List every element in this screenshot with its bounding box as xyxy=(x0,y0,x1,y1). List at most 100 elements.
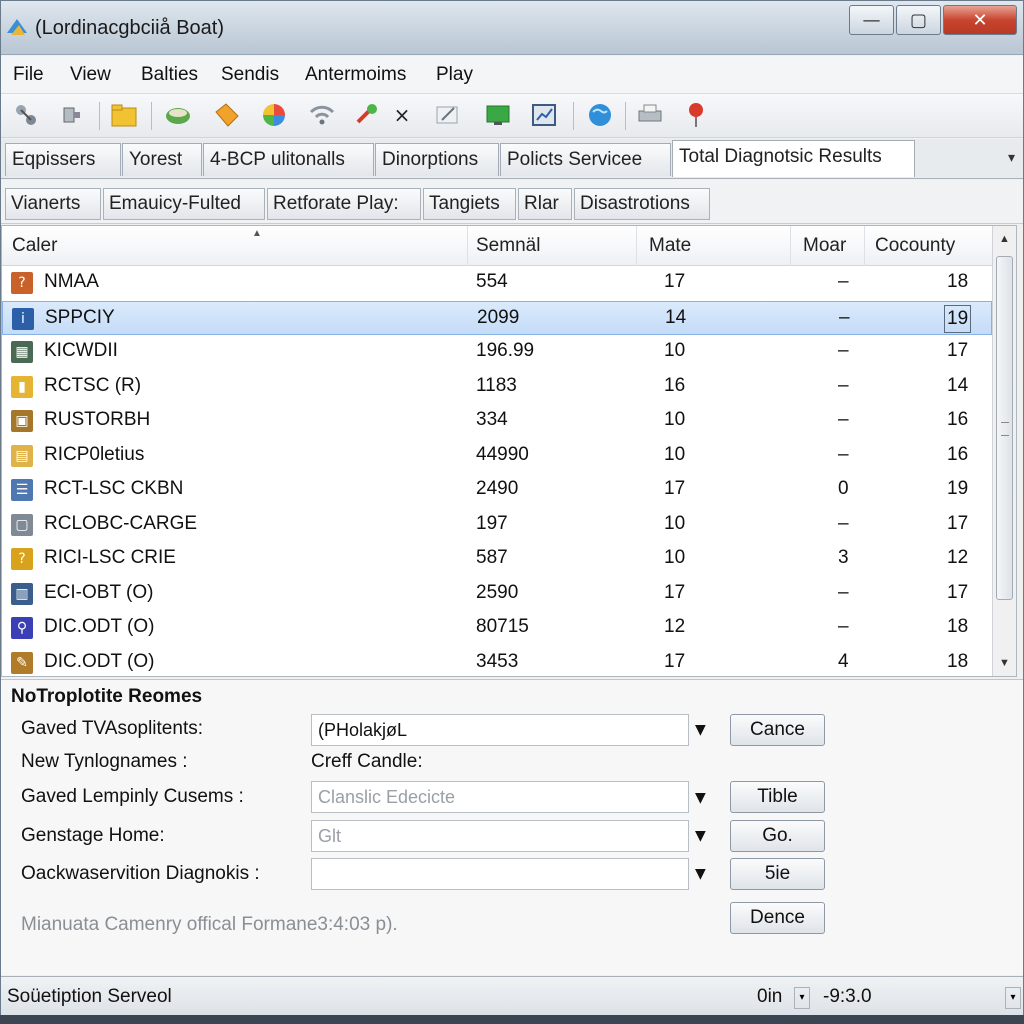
list-item[interactable]: i SPPCIY 2099 14 – 19 xyxy=(2,300,992,335)
cancel-button[interactable]: Cance xyxy=(730,714,825,746)
list-item[interactable]: ▦ KICWDII 196.99 10 – 17 xyxy=(2,335,992,369)
edit-icon[interactable] xyxy=(433,100,463,130)
scrollbar-thumb[interactable] xyxy=(996,256,1013,600)
details-title: NoTroplotite Reomes xyxy=(11,686,203,707)
cell-cocounty: 12 xyxy=(947,547,969,568)
network-icon[interactable] xyxy=(11,100,41,130)
cell-mate: 10 xyxy=(664,409,686,430)
list-item[interactable]: ? RICI-LSC CRIE 587 10 3 12 xyxy=(2,542,992,576)
info-icon: i xyxy=(12,307,34,330)
chevron-down-icon[interactable]: ▼ xyxy=(695,722,706,738)
results-list[interactable]: Caler ▲ Semnäl Mate Moar Cocounty ? NMAA 5… xyxy=(1,225,1017,677)
resize-grip-icon[interactable]: ▾ xyxy=(1005,987,1021,1009)
menu-balties[interactable]: Balties xyxy=(141,64,198,86)
column-divider[interactable] xyxy=(636,226,637,266)
subtab-rlar[interactable]: Rlar xyxy=(518,188,572,220)
tab-yorest[interactable]: Yorest xyxy=(122,143,202,176)
subtab-disastrotions[interactable]: Disastrotions xyxy=(574,188,710,220)
column-divider[interactable] xyxy=(467,226,468,266)
printer-icon[interactable] xyxy=(635,100,665,130)
cell-moar: – xyxy=(838,443,849,465)
list-item[interactable]: ✎ DIC.ODT (O) 3453 17 4 18 xyxy=(2,646,992,677)
tool-icon[interactable] xyxy=(353,100,383,130)
vertical-scrollbar[interactable]: ▲ ▼ xyxy=(992,226,1016,676)
list-item[interactable]: ▢ RCLOBC-CARGE 197 10 – 17 xyxy=(2,508,992,542)
list-item[interactable]: ▤ RICP0letius 44990 10 – 16 xyxy=(2,439,992,473)
title-bar[interactable]: (Lordinacgbciiå Boat) — ▢ ✕ xyxy=(1,1,1023,55)
go-button[interactable]: Go. xyxy=(730,820,825,852)
cell-semnal: 1183 xyxy=(476,374,517,396)
column-header-semnal[interactable]: Semnäl xyxy=(476,235,540,257)
list-item[interactable]: ⚲ DIC.ODT (O) 80715 12 – 18 xyxy=(2,611,992,645)
tible-button[interactable]: Tible xyxy=(730,781,825,813)
field-label-genstage-home: Genstage Home: xyxy=(21,825,165,846)
column-divider[interactable] xyxy=(864,226,865,266)
cell-name: DIC.ODT (O) xyxy=(44,616,155,637)
genstage-home-field[interactable]: Glt xyxy=(311,820,689,852)
column-header-caler[interactable]: Caler xyxy=(12,235,57,257)
close-button[interactable]: ✕ xyxy=(943,5,1017,35)
tab-total-diagnostic-results[interactable]: Total Diagnotsic Results xyxy=(672,140,915,177)
minimize-button[interactable]: — xyxy=(849,5,894,35)
cell-mate: 10 xyxy=(664,512,686,534)
screen-icon[interactable] xyxy=(483,100,513,130)
tab-dinorptions[interactable]: Dinorptions xyxy=(375,143,499,176)
oackwaservition-field[interactable] xyxy=(311,858,689,890)
toolbar: × xyxy=(1,94,1023,138)
chart-icon[interactable] xyxy=(529,100,559,130)
tab-4bcp[interactable]: 4-BCP ulitonalls xyxy=(203,143,374,176)
list-item[interactable]: ▥ ECI-OBT (O) 2590 17 – 17 xyxy=(2,577,992,611)
cell-cocounty: 17 xyxy=(947,512,969,534)
chevron-down-icon[interactable]: ▼ xyxy=(695,866,706,882)
subtab-tangiets[interactable]: Tangiets xyxy=(423,188,516,220)
list-item[interactable]: ☰ RCT-LSC CKBN 2490 17 0 19 xyxy=(2,473,992,507)
column-divider[interactable] xyxy=(790,226,791,266)
subtab-retforate-play[interactable]: Retforate Play: xyxy=(267,188,421,220)
maximize-button[interactable]: ▢ xyxy=(896,5,941,35)
column-header-mate[interactable]: Mate xyxy=(649,235,691,257)
menu-antermoims[interactable]: Antermoims xyxy=(305,64,406,86)
list-item[interactable]: ▮ RCTSC (R) 1183 16 – 14 xyxy=(2,370,992,404)
menu-file[interactable]: File xyxy=(13,64,44,86)
globe-icon[interactable] xyxy=(585,100,615,130)
bowl-icon[interactable] xyxy=(163,100,193,130)
tab-policts-servicee[interactable]: Policts Servicee xyxy=(500,143,671,176)
list-item[interactable]: ? NMAA 554 17 – 18 xyxy=(2,266,992,300)
tv-asoplitents-field[interactable]: (PHolakjøL xyxy=(311,714,689,746)
cell-name: RICP0letius xyxy=(44,443,145,465)
menu-sendis[interactable]: Sendis xyxy=(221,64,279,86)
scroll-down-icon[interactable]: ▼ xyxy=(993,652,1016,674)
5ie-button[interactable]: 5ie xyxy=(730,858,825,890)
subtab-emauicy-fulted[interactable]: Emauicy-Fulted xyxy=(103,188,265,220)
tab-overflow-button[interactable]: ▾ xyxy=(1008,149,1015,166)
subtab-vianerts[interactable]: Vianerts xyxy=(5,188,101,220)
tools-icon: ✎ xyxy=(11,651,33,674)
sub-tab-strip: Vianerts Emauicy-Fulted Retforate Play: … xyxy=(1,180,1023,224)
menu-view[interactable]: View xyxy=(70,64,111,86)
list-header: Caler ▲ Semnäl Mate Moar Cocounty xyxy=(2,226,992,266)
cell-moar: – xyxy=(838,616,849,637)
lempinly-cusems-field[interactable]: Clanslic Edecicte xyxy=(311,781,689,813)
pin-icon[interactable] xyxy=(681,100,711,130)
done-button[interactable]: Dence xyxy=(730,902,825,934)
delete-icon[interactable]: × xyxy=(387,100,417,130)
column-header-moar[interactable]: Moar xyxy=(803,235,846,257)
tab-eqpissers[interactable]: Eqpissers xyxy=(5,143,121,176)
scroll-up-icon[interactable]: ▲ xyxy=(993,228,1016,250)
menu-bar: File View Balties Sendis Antermoims Play xyxy=(1,56,1023,94)
page-icon: ▢ xyxy=(11,513,33,536)
tag-icon[interactable] xyxy=(211,100,241,130)
column-header-cocounty[interactable]: Cocounty xyxy=(875,235,955,257)
chevron-down-icon[interactable]: ▼ xyxy=(695,790,706,806)
chevron-down-icon[interactable]: ▼ xyxy=(695,828,706,844)
folder-icon[interactable] xyxy=(109,100,139,130)
list-item[interactable]: ▣ RUSTORBH 334 10 – 16 xyxy=(2,404,992,438)
cell-semnal: 587 xyxy=(476,547,508,568)
menu-play[interactable]: Play xyxy=(436,64,473,86)
cell-semnal: 334 xyxy=(476,409,508,430)
wifi-icon[interactable] xyxy=(307,100,337,130)
color-wheel-icon[interactable] xyxy=(259,100,289,130)
plug-icon[interactable] xyxy=(57,100,87,130)
cell-mate: 16 xyxy=(664,374,686,396)
zoom-dropdown-icon[interactable]: ▾ xyxy=(794,987,810,1009)
